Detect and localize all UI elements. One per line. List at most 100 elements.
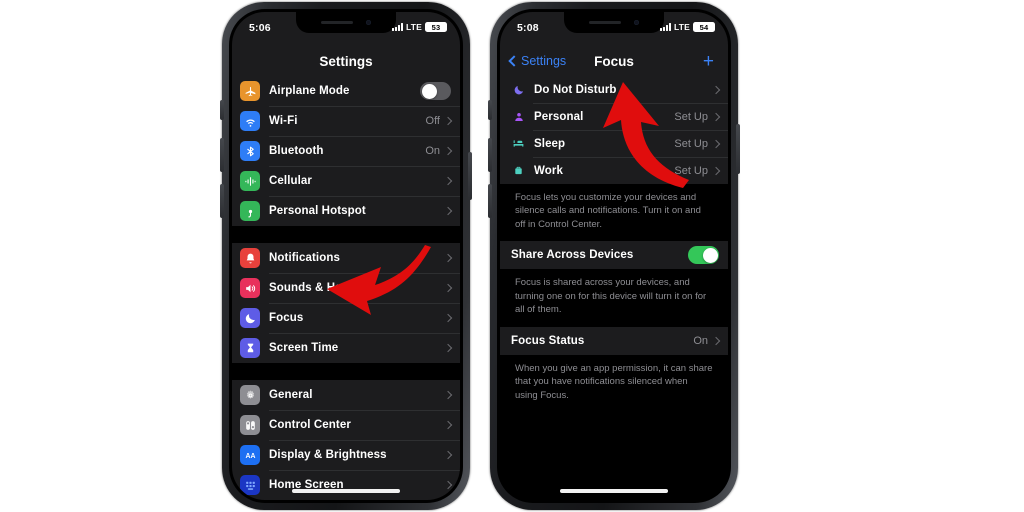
bed-icon bbox=[511, 137, 526, 150]
volume-up-button[interactable] bbox=[488, 138, 492, 172]
status-time: 5:06 bbox=[249, 22, 271, 34]
phone-right-focus: 5:08 LTE 54 Settings Focus + Do Not Dist… bbox=[488, 2, 740, 510]
focus-row-work[interactable]: Work Set Up bbox=[500, 157, 728, 184]
share-across-devices-row[interactable]: Share Across Devices bbox=[500, 241, 728, 270]
settings-row-label: Screen Time bbox=[269, 342, 339, 354]
earpiece-speaker bbox=[321, 20, 353, 25]
chevron-right-icon bbox=[711, 336, 721, 346]
share-across-devices-toggle[interactable] bbox=[688, 246, 719, 265]
settings-row-airplane-mode[interactable]: Airplane Mode bbox=[232, 76, 460, 106]
chevron-right-icon bbox=[443, 116, 453, 126]
focus-modes-group: Do Not Disturb Personal Set Up Sleep Set… bbox=[500, 76, 728, 184]
phone-left-settings: 5:06 LTE 53 Settings Airplane Mode Wi-Fi… bbox=[220, 2, 472, 510]
battery-icon: 53 bbox=[425, 22, 447, 32]
chevron-right-icon bbox=[443, 343, 453, 353]
settings-row-control-center[interactable]: Control Center bbox=[232, 410, 460, 440]
group-separator bbox=[232, 363, 460, 380]
settings-row-label: Wi-Fi bbox=[269, 115, 298, 127]
focus-list[interactable]: Do Not Disturb Personal Set Up Sleep Set… bbox=[500, 76, 728, 500]
home-indicator[interactable] bbox=[560, 489, 668, 493]
settings-row-bluetooth[interactable]: Bluetooth On bbox=[232, 136, 460, 166]
volume-down-button[interactable] bbox=[488, 184, 492, 218]
briefcase-icon bbox=[511, 165, 526, 176]
gear-icon bbox=[240, 385, 260, 405]
sounds-haptics-icon bbox=[240, 278, 260, 298]
nav-bar: Settings bbox=[232, 46, 460, 76]
focus-row-value: Set Up bbox=[674, 137, 708, 150]
back-button-label: Settings bbox=[521, 54, 567, 68]
focus-row-value: Set Up bbox=[674, 110, 708, 123]
settings-list[interactable]: Airplane Mode Wi-Fi Off Bluetooth On Cel… bbox=[232, 76, 460, 500]
page-title: Focus bbox=[594, 53, 634, 69]
chevron-right-icon bbox=[443, 253, 453, 263]
silent-switch[interactable] bbox=[220, 100, 224, 120]
phone-screen: 5:06 LTE 53 Settings Airplane Mode Wi-Fi… bbox=[232, 12, 460, 500]
chevron-right-icon bbox=[443, 283, 453, 293]
focus-status-footnote: When you give an app permission, it can … bbox=[500, 354, 728, 413]
display-brightness-icon: AA bbox=[240, 445, 260, 465]
focus-row-do-not-disturb[interactable]: Do Not Disturb bbox=[500, 76, 728, 103]
settings-row-screen-time[interactable]: Screen Time bbox=[232, 333, 460, 363]
power-button[interactable] bbox=[468, 152, 472, 200]
phone-screen: 5:08 LTE 54 Settings Focus + Do Not Dist… bbox=[500, 12, 728, 500]
volume-down-button[interactable] bbox=[220, 184, 224, 218]
front-camera bbox=[366, 20, 371, 25]
chevron-right-icon bbox=[443, 313, 453, 323]
page-title: Settings bbox=[319, 53, 373, 69]
volume-up-button[interactable] bbox=[220, 138, 224, 172]
focus-row-value: Set Up bbox=[674, 164, 708, 177]
settings-row-home-screen[interactable]: Home Screen bbox=[232, 470, 460, 500]
status-bar: 5:06 LTE 53 bbox=[232, 12, 460, 46]
chevron-left-icon bbox=[508, 55, 520, 67]
add-focus-button[interactable]: + bbox=[703, 52, 714, 71]
moon-icon bbox=[511, 84, 526, 96]
network-label: LTE bbox=[673, 22, 690, 32]
focus-row-sleep[interactable]: Sleep Set Up bbox=[500, 130, 728, 157]
control-center-icon bbox=[240, 415, 260, 435]
focus-row-label: Sleep bbox=[534, 137, 566, 150]
screen-time-icon bbox=[240, 338, 260, 358]
settings-row-personal-hotspot[interactable]: Personal Hotspot bbox=[232, 196, 460, 226]
earpiece-speaker bbox=[589, 20, 621, 25]
settings-row-sounds-haptics[interactable]: Sounds & Haptics bbox=[232, 273, 460, 303]
settings-row-label: Display & Brightness bbox=[269, 449, 387, 461]
silent-switch[interactable] bbox=[488, 100, 492, 120]
settings-row-label: Bluetooth bbox=[269, 145, 324, 157]
settings-row-label: Notifications bbox=[269, 252, 340, 264]
status-time: 5:08 bbox=[517, 22, 539, 34]
share-footnote: Focus is shared across your devices, and… bbox=[500, 269, 728, 327]
chevron-right-icon bbox=[711, 85, 721, 94]
chevron-right-icon bbox=[443, 206, 453, 216]
notifications-icon bbox=[240, 248, 260, 268]
settings-row-label: General bbox=[269, 389, 313, 401]
person-icon bbox=[511, 111, 526, 123]
settings-row-general[interactable]: General bbox=[232, 380, 460, 410]
back-button[interactable]: Settings bbox=[508, 54, 567, 68]
settings-row-value: Off bbox=[425, 115, 440, 127]
settings-row-cellular[interactable]: Cellular bbox=[232, 166, 460, 196]
battery-icon: 54 bbox=[693, 22, 715, 32]
settings-row-display-brightness[interactable]: AA Display & Brightness bbox=[232, 440, 460, 470]
settings-row-wifi[interactable]: Wi-Fi Off bbox=[232, 106, 460, 136]
settings-row-label: Control Center bbox=[269, 419, 351, 431]
airplane-mode-toggle[interactable] bbox=[420, 82, 451, 100]
notch bbox=[564, 12, 664, 33]
settings-row-notifications[interactable]: Notifications bbox=[232, 243, 460, 273]
status-bar: 5:08 LTE 54 bbox=[500, 12, 728, 46]
chevron-right-icon bbox=[443, 450, 453, 460]
settings-row-label: Airplane Mode bbox=[269, 85, 350, 97]
focus-status-row[interactable]: Focus Status On bbox=[500, 326, 728, 355]
focus-status-label: Focus Status bbox=[511, 334, 585, 347]
home-indicator[interactable] bbox=[292, 489, 400, 493]
settings-row-focus[interactable]: Focus bbox=[232, 303, 460, 333]
chevron-right-icon bbox=[443, 420, 453, 430]
group-separator bbox=[232, 226, 460, 243]
focus-row-personal[interactable]: Personal Set Up bbox=[500, 103, 728, 130]
power-button[interactable] bbox=[736, 124, 740, 174]
cellular-signal-icon bbox=[391, 23, 403, 31]
settings-row-value: On bbox=[425, 145, 440, 157]
hotspot-icon bbox=[240, 201, 260, 221]
settings-row-label: Focus bbox=[269, 312, 304, 324]
front-camera bbox=[634, 20, 639, 25]
chevron-right-icon bbox=[711, 166, 721, 175]
